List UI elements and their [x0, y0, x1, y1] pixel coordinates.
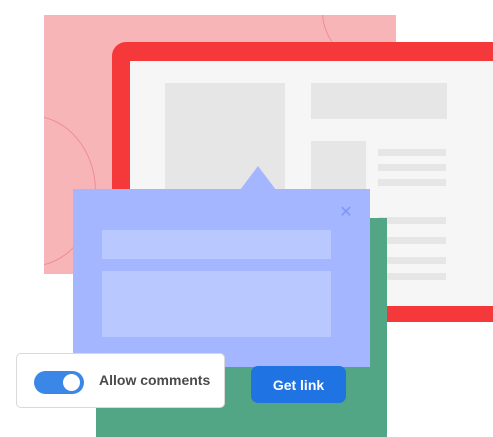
allow-comments-toggle[interactable]	[34, 371, 84, 394]
allow-comments-label: Allow comments	[99, 372, 211, 388]
placeholder-text-line	[378, 179, 446, 186]
placeholder-text-line	[378, 164, 446, 171]
share-popover	[73, 189, 370, 367]
illustration: ✕ Allow comments Get link	[0, 0, 493, 437]
toggle-knob	[63, 374, 80, 391]
placeholder-text-line	[378, 217, 446, 224]
close-icon[interactable]: ✕	[338, 205, 354, 221]
placeholder-text-line	[378, 257, 446, 264]
placeholder-header-block	[311, 83, 447, 119]
placeholder-text-line	[378, 273, 446, 280]
message-field[interactable]	[102, 271, 331, 337]
allow-comments-card: Allow comments	[16, 353, 225, 408]
popover-arrow	[240, 166, 276, 190]
placeholder-text-line	[378, 149, 446, 156]
get-link-button[interactable]: Get link	[251, 366, 346, 403]
placeholder-text-line	[378, 237, 446, 244]
placeholder-thumbnail	[311, 141, 366, 196]
link-field[interactable]	[102, 230, 331, 259]
